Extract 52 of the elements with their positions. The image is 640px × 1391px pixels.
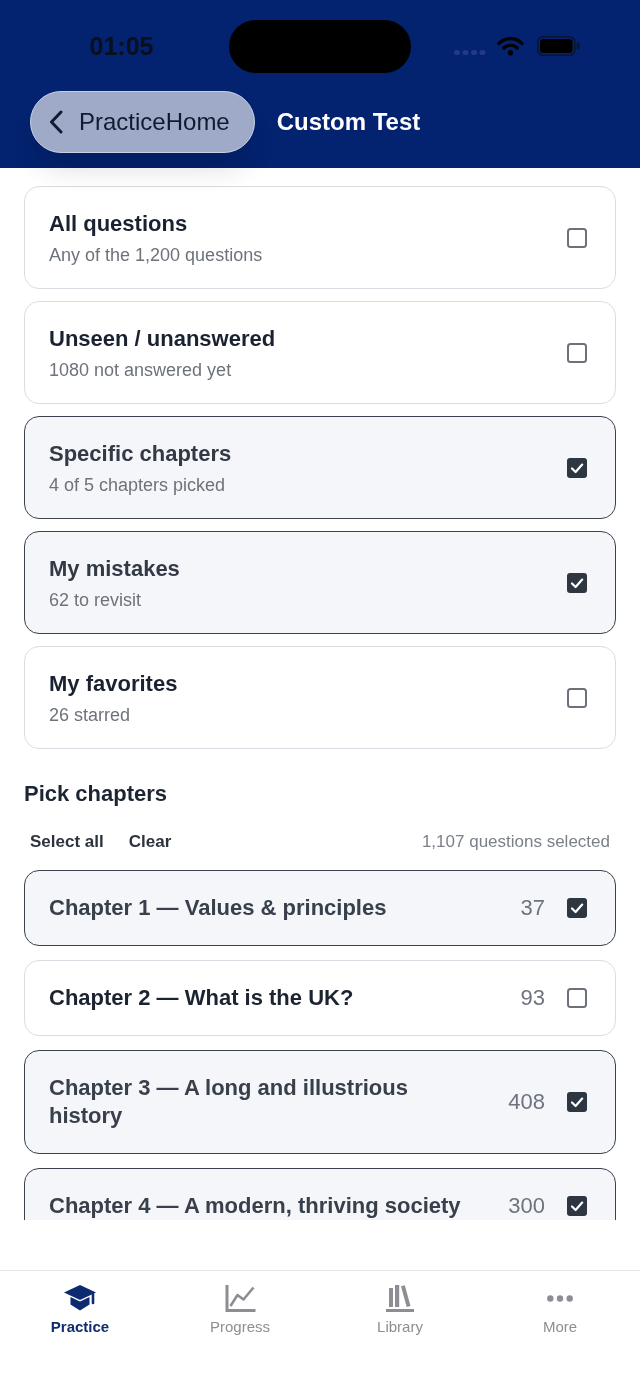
- checkbox[interactable]: [567, 458, 587, 478]
- checkbox[interactable]: [567, 228, 587, 248]
- selection-summary: 1,107 questions selected: [421, 831, 610, 853]
- screen-title: Custom Test: [276, 107, 421, 137]
- question-count: 408: [507, 1088, 545, 1116]
- checkbox[interactable]: [567, 343, 587, 363]
- checkbox[interactable]: [567, 898, 587, 918]
- tab-item[interactable]: Practice: [50, 1284, 110, 1336]
- chapter-title: Chapter 3 — A long and illustrious history: [49, 1074, 409, 1130]
- option-card[interactable]: Unseen / unanswered 1080 not answered yet: [24, 301, 616, 404]
- checkbox[interactable]: [567, 573, 587, 593]
- option-title: Unseen / unanswered: [49, 325, 277, 353]
- signal-icon: [454, 50, 486, 55]
- option-title: All questions: [49, 210, 189, 238]
- clear-button[interactable]: Clear: [128, 831, 172, 853]
- select-all-button[interactable]: Select all: [30, 831, 104, 853]
- question-count: 93: [519, 984, 545, 1012]
- checkbox[interactable]: [567, 988, 587, 1008]
- option-subtitle: Any of the 1,200 questions: [49, 244, 264, 266]
- option-title: My favorites: [49, 670, 179, 698]
- battery-icon: [537, 35, 580, 56]
- section-heading: Pick chapters: [24, 780, 168, 808]
- option-card[interactable]: My favorites 26 starred: [24, 646, 616, 749]
- chapter-card[interactable]: Chapter 3 — A long and illustrious history 408: [24, 1050, 616, 1154]
- option-subtitle: 1080 not answered yet: [49, 359, 233, 381]
- more-icon: [547, 1294, 573, 1302]
- chapter-card[interactable]: Chapter 4 — A modern, thriving society 300: [24, 1168, 616, 1220]
- option-subtitle: 62 to revisit: [49, 589, 143, 611]
- option-card[interactable]: Specific chapters 4 of 5 chapters picked: [24, 416, 616, 519]
- chevron-left-icon: [49, 110, 63, 134]
- option-title: My mistakes: [49, 555, 181, 583]
- books-icon: [386, 1284, 414, 1312]
- chapter-title: Chapter 2 — What is the UK?: [49, 984, 354, 1012]
- option-title: Specific chapters: [49, 440, 233, 468]
- line-chart-icon: [224, 1284, 256, 1312]
- question-count: 300: [507, 1192, 545, 1220]
- graduation-cap-icon: [63, 1284, 97, 1312]
- checkbox[interactable]: [567, 1196, 587, 1216]
- chapter-card[interactable]: Chapter 2 — What is the UK? 93: [24, 960, 616, 1036]
- chapter-title: Chapter 4 — A modern, thriving society: [49, 1192, 461, 1220]
- option-subtitle: 4 of 5 chapters picked: [49, 474, 227, 496]
- status-time: 01:05: [88, 30, 154, 61]
- checkbox[interactable]: [567, 1092, 587, 1112]
- option-subtitle: 26 starred: [49, 704, 132, 726]
- option-card[interactable]: My mistakes 62 to revisit: [24, 531, 616, 634]
- option-card[interactable]: All questions Any of the 1,200 questions: [24, 186, 616, 289]
- chapter-card[interactable]: Chapter 1 — Values & principles 37: [24, 870, 616, 946]
- back-button[interactable]: PracticeHome: [30, 91, 255, 153]
- checkbox[interactable]: [567, 688, 587, 708]
- wifi-icon: [497, 35, 524, 56]
- question-count: 37: [519, 894, 545, 922]
- chapter-title: Chapter 1 — Values & principles: [49, 894, 387, 922]
